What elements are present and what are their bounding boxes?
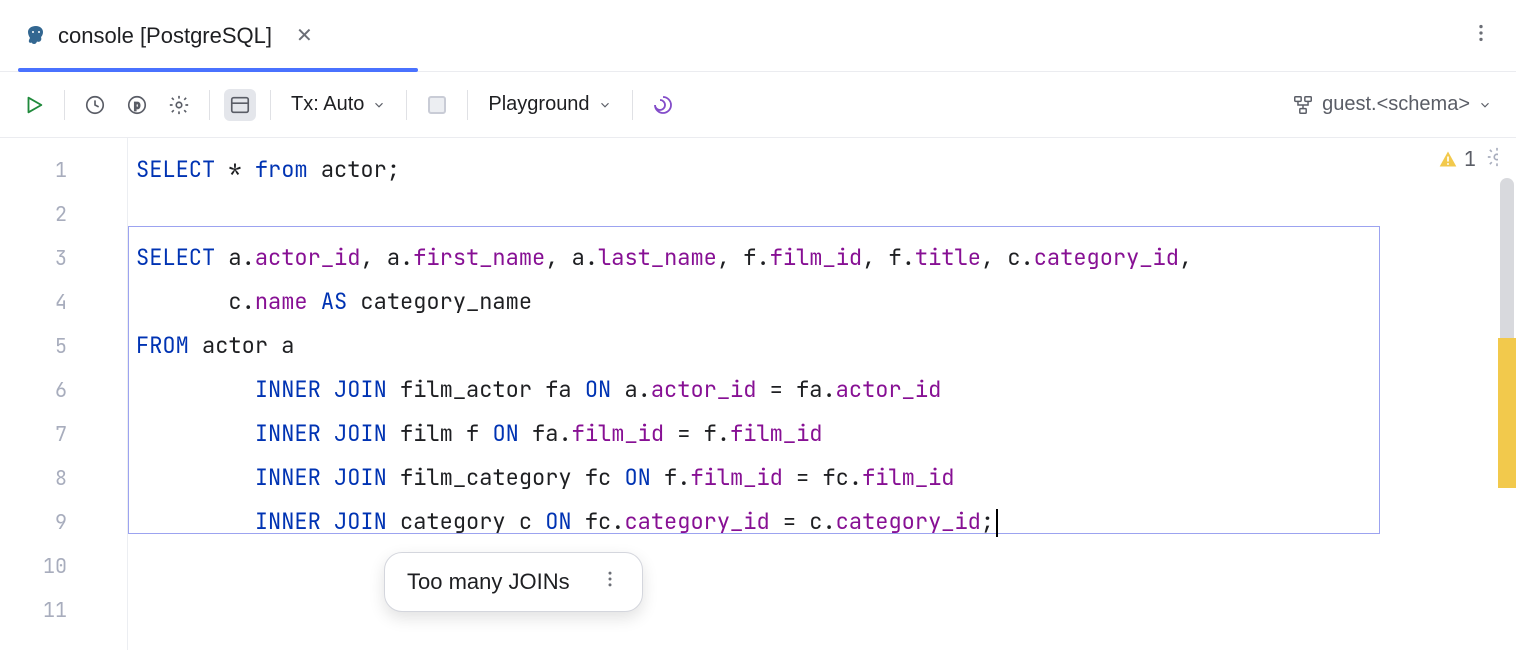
code-line: INNER JOIN category c ON fc.category_id … (136, 500, 1508, 544)
code-line (136, 588, 1508, 632)
run-button[interactable] (18, 89, 50, 121)
line-number: 1 (0, 148, 127, 192)
line-number: 4 (0, 280, 127, 324)
line-number: 11 (0, 588, 127, 632)
line-number: 6 (0, 368, 127, 412)
history-button[interactable] (79, 89, 111, 121)
svg-text:p: p (134, 98, 141, 111)
line-gutter: 1 2 3 4 5 6 7 8 9 10 11 (0, 138, 128, 650)
parameters-button[interactable]: p (121, 89, 153, 121)
schema-dropdown[interactable]: guest.<schema> (1286, 89, 1498, 120)
code-editor[interactable]: 1 SELECT * from actor; SELECT a.actor_id… (128, 138, 1516, 650)
code-line: FROM actor a (136, 324, 1508, 368)
text-caret (996, 509, 998, 537)
inspection-message: Too many JOINs (407, 569, 570, 595)
line-number: 5 (0, 324, 127, 368)
editor-area: 1 2 3 4 5 6 7 8 9 10 11 1 SELECT * from (0, 138, 1516, 650)
sql-console-root: console [PostgreSQL] ✕ p Tx: Auto (0, 0, 1516, 650)
ai-assistant-button[interactable] (647, 89, 679, 121)
code-line (136, 192, 1508, 236)
tab-more-button[interactable] (1464, 16, 1498, 55)
stop-icon (428, 96, 446, 114)
in-editor-results-button[interactable] (224, 89, 256, 121)
tab-console[interactable]: console [PostgreSQL] ✕ (18, 0, 319, 71)
inspection-popover[interactable]: Too many JOINs (384, 552, 643, 612)
line-number: 8 (0, 456, 127, 500)
postgres-icon (24, 24, 48, 48)
swirl-icon (651, 93, 675, 117)
tx-mode-dropdown[interactable]: Tx: Auto (285, 89, 392, 120)
scrollbar-track[interactable] (1498, 148, 1516, 648)
playground-dropdown[interactable]: Playground (482, 89, 617, 120)
line-number: 7 (0, 412, 127, 456)
tab-bar: console [PostgreSQL] ✕ (0, 0, 1516, 72)
editor-toolbar: p Tx: Auto Playground guest.<schem (0, 72, 1516, 138)
code-line: INNER JOIN film_category fc ON f.film_id… (136, 456, 1508, 500)
line-number: 3 (0, 236, 127, 280)
line-number: 2 (0, 192, 127, 236)
line-number: 9 (0, 500, 127, 544)
warning-stripe[interactable] (1498, 338, 1516, 488)
tx-mode-label: Tx: Auto (291, 93, 364, 116)
code-line (136, 544, 1508, 588)
settings-button[interactable] (163, 89, 195, 121)
schema-label: guest.<schema> (1322, 93, 1470, 116)
schema-icon (1292, 94, 1314, 116)
playground-label: Playground (488, 93, 589, 116)
code-line: INNER JOIN film f ON fa.film_id = f.film… (136, 412, 1508, 456)
tab-title: console [PostgreSQL] (58, 23, 272, 49)
inspection-more-button[interactable] (600, 569, 620, 595)
line-number: 10 (0, 544, 127, 588)
code-line: SELECT * from actor; (136, 148, 1508, 192)
close-icon[interactable]: ✕ (296, 23, 313, 48)
tab-active-indicator (18, 68, 418, 72)
code-line: INNER JOIN film_actor fa ON a.actor_id =… (136, 368, 1508, 412)
stop-button[interactable] (421, 89, 453, 121)
code-line: c.name AS category_name (136, 280, 1508, 324)
code-line: SELECT a.actor_id, a.first_name, a.last_… (136, 236, 1508, 280)
